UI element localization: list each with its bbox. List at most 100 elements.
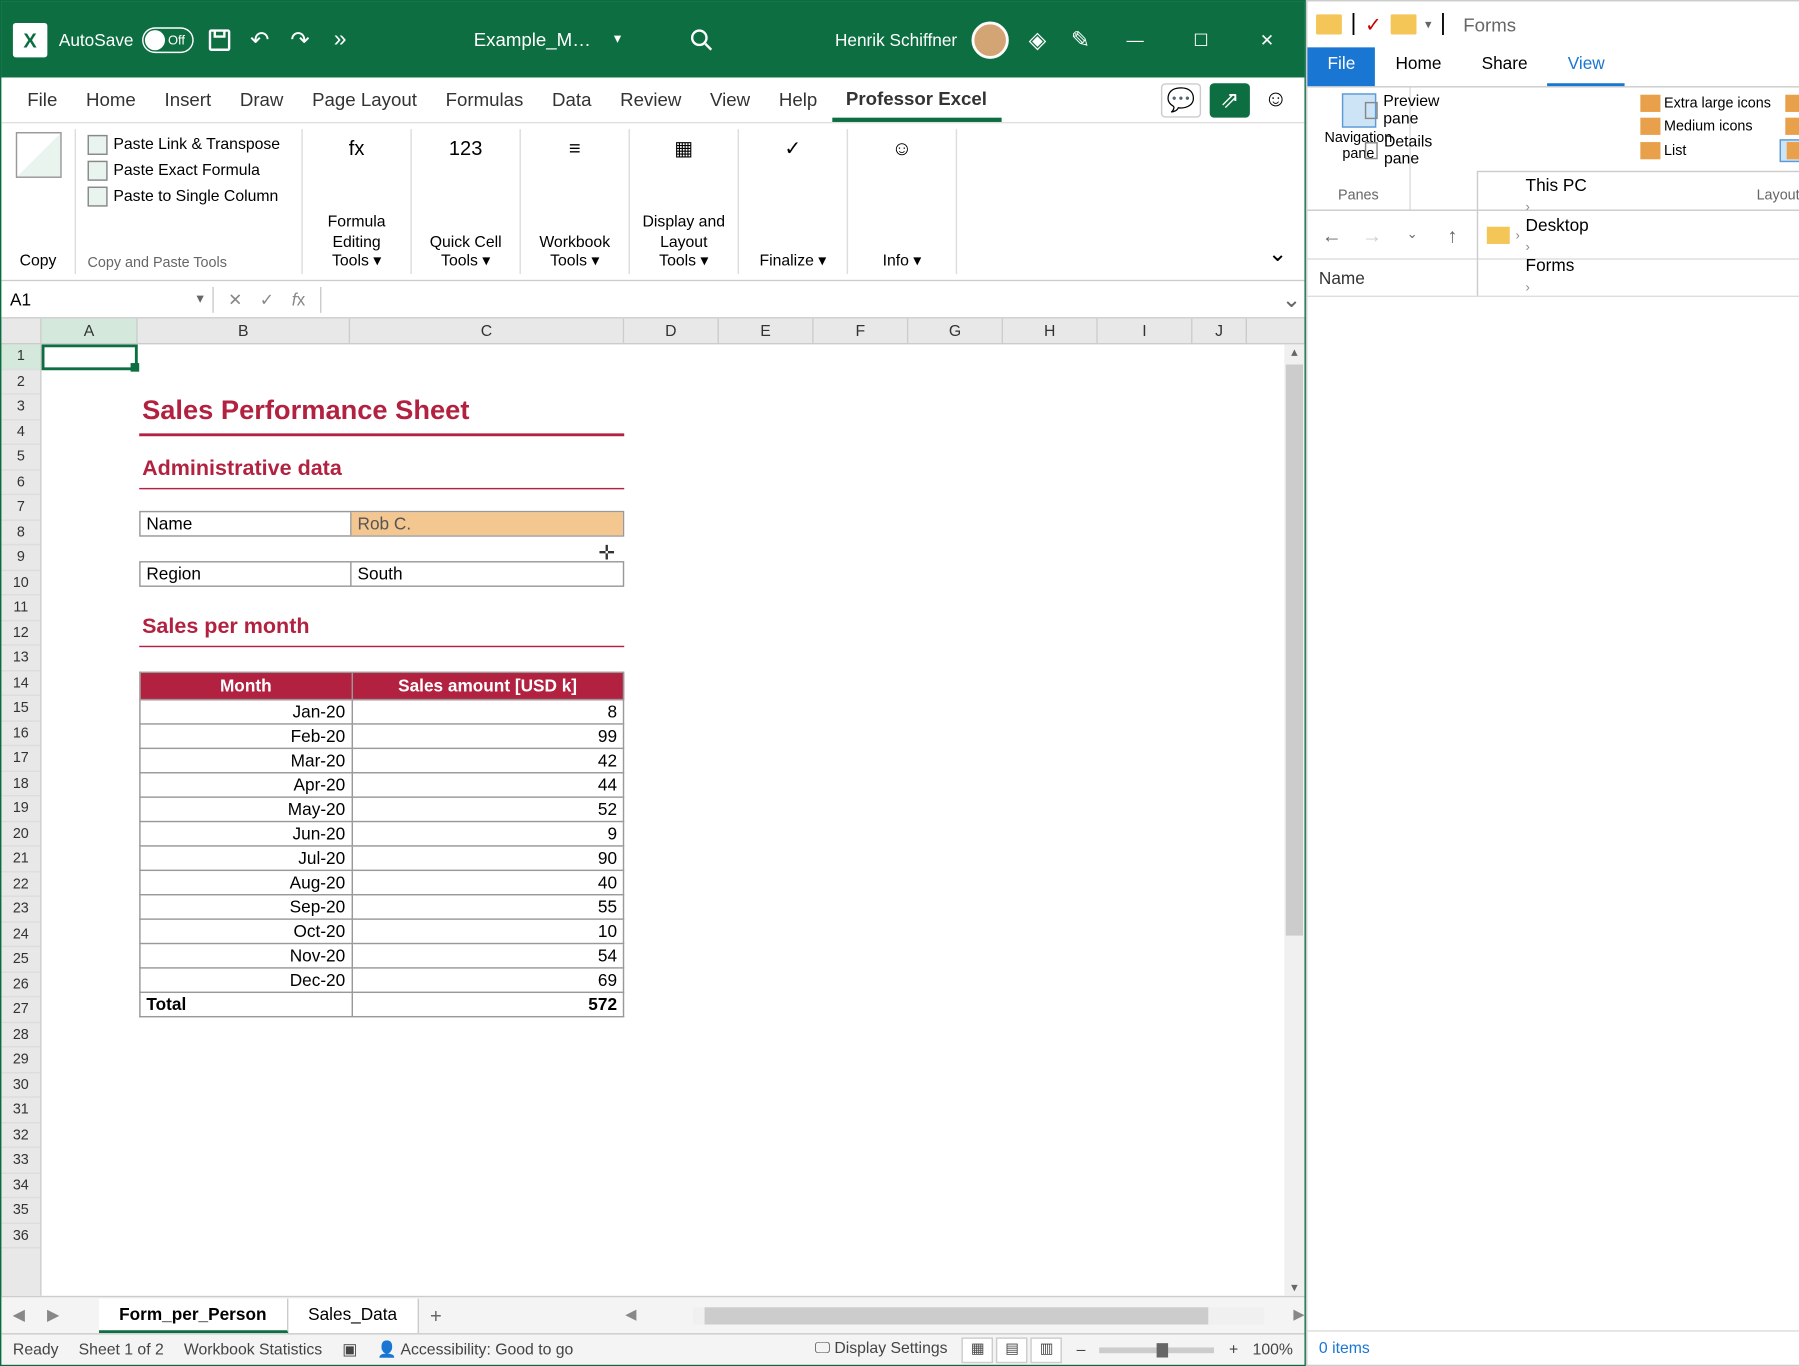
close-button[interactable]: ✕ <box>1241 19 1293 59</box>
row-header-2[interactable]: 2 <box>1 370 40 395</box>
sheet-tab-form_per_person[interactable]: Form_per_Person <box>99 1298 288 1332</box>
zoom-level[interactable]: 100% <box>1253 1341 1293 1358</box>
ribbon-tool[interactable]: ☺Info ▾ <box>848 129 957 274</box>
row-header-31[interactable]: 31 <box>1 1098 40 1123</box>
accept-formula-icon[interactable]: ✓ <box>254 286 280 312</box>
row-header-17[interactable]: 17 <box>1 746 40 771</box>
row-header-6[interactable]: 6 <box>1 470 40 495</box>
add-sheet-button[interactable]: + <box>419 1304 453 1327</box>
toggle-switch[interactable]: Off <box>142 27 194 53</box>
row-header-4[interactable]: 4 <box>1 420 40 445</box>
row-header-24[interactable]: 24 <box>1 922 40 947</box>
fx-icon[interactable]: fx <box>286 286 312 312</box>
row-header-20[interactable]: 20 <box>1 822 40 847</box>
tab-formulas[interactable]: Formulas <box>431 80 537 119</box>
tab-page-layout[interactable]: Page Layout <box>298 80 431 119</box>
copy-button[interactable]: Copy <box>20 252 57 271</box>
tab-view[interactable]: View <box>696 80 765 119</box>
collapse-ribbon-icon[interactable]: ⌄ <box>1251 234 1305 274</box>
maximize-button[interactable]: ☐ <box>1175 19 1227 59</box>
sheet-nav-prev[interactable]: ◀ <box>1 1306 35 1325</box>
expand-formula-icon[interactable]: ⌄ <box>1279 285 1305 314</box>
page-layout-button[interactable]: ▤ <box>996 1337 1028 1363</box>
layout-option[interactable]: Extra large icons <box>1634 93 1777 113</box>
spreadsheet-grid[interactable]: ABCDEFGHIJ 12345678910111213141516171819… <box>1 319 1304 1296</box>
checkmark-icon[interactable]: ✓ <box>1365 12 1382 36</box>
zoom-slider[interactable] <box>1100 1347 1215 1353</box>
diamond-icon[interactable]: ◈ <box>1023 25 1052 54</box>
pen-sparkle-icon[interactable]: ✎ <box>1066 25 1095 54</box>
sheet-nav-next[interactable]: ▶ <box>36 1306 70 1325</box>
document-title[interactable]: Example_M… <box>474 29 591 51</box>
paste-option[interactable]: Paste to Single Column <box>88 184 279 210</box>
cancel-formula-icon[interactable]: ✕ <box>222 286 248 312</box>
row-header-29[interactable]: 29 <box>1 1048 40 1073</box>
explorer-file-list[interactable] <box>1307 297 1799 1330</box>
details-pane-button[interactable]: Details pane <box>1365 133 1444 167</box>
preview-pane-button[interactable]: Preview pane <box>1365 93 1444 127</box>
cells-area[interactable]: Sales Performance Sheet Administrative d… <box>42 344 1305 1295</box>
scrollbar-thumb[interactable] <box>705 1307 1207 1324</box>
select-all-corner[interactable] <box>1 319 41 343</box>
row-header-18[interactable]: 18 <box>1 771 40 796</box>
qat-dropdown-icon[interactable]: ▾ <box>1425 17 1432 33</box>
row-header-23[interactable]: 23 <box>1 897 40 922</box>
ribbon-tool[interactable]: ✓Finalize ▾ <box>739 129 848 274</box>
explorer-tab-home[interactable]: Home <box>1375 47 1461 86</box>
share-button[interactable]: ⇗ <box>1210 83 1250 117</box>
column-header-B[interactable]: B <box>138 319 350 343</box>
normal-view-button[interactable]: ▦ <box>962 1337 994 1363</box>
breadcrumb-segment[interactable]: Desktop <box>1526 215 1589 235</box>
title-dropdown-icon[interactable]: ▾ <box>614 32 621 48</box>
row-header-1[interactable]: 1 <box>1 344 40 369</box>
row-header-5[interactable]: 5 <box>1 445 40 470</box>
layout-option[interactable]: Details <box>1780 139 1799 162</box>
undo-icon[interactable]: ↶ <box>245 25 274 54</box>
column-name[interactable]: Name ⌃ <box>1307 260 1799 296</box>
column-header-C[interactable]: C <box>350 319 624 343</box>
breadcrumb-segment[interactable]: This PC <box>1526 174 1589 194</box>
chevron-right-icon[interactable]: › <box>1526 239 1530 253</box>
save-icon[interactable] <box>205 25 234 54</box>
tab-draw[interactable]: Draw <box>226 80 298 119</box>
tab-home[interactable]: Home <box>72 80 150 119</box>
tab-review[interactable]: Review <box>606 80 696 119</box>
user-avatar[interactable] <box>971 21 1008 58</box>
row-header-15[interactable]: 15 <box>1 696 40 721</box>
column-header-H[interactable]: H <box>1003 319 1098 343</box>
hscroll-right[interactable]: ▶ <box>1293 1307 1304 1323</box>
comments-button[interactable]: 💬 <box>1161 83 1201 117</box>
chevron-right-icon[interactable]: › <box>1516 227 1520 241</box>
row-header-34[interactable]: 34 <box>1 1173 40 1198</box>
tab-professor-excel[interactable]: Professor Excel <box>832 78 1002 121</box>
explorer-tab-view[interactable]: View <box>1548 47 1625 86</box>
tab-insert[interactable]: Insert <box>150 80 225 119</box>
display-settings-button[interactable]: 🖵 Display Settings <box>815 1340 948 1359</box>
sheet-tab-sales_data[interactable]: Sales_Data <box>288 1298 419 1332</box>
layout-option[interactable]: Small icons <box>1780 116 1799 136</box>
explorer-tab-share[interactable]: Share <box>1461 47 1547 86</box>
zoom-out-button[interactable]: – <box>1077 1341 1086 1358</box>
layout-option[interactable]: Large icons <box>1780 93 1799 113</box>
row-header-8[interactable]: 8 <box>1 520 40 545</box>
row-header-10[interactable]: 10 <box>1 570 40 595</box>
layout-option[interactable]: List <box>1634 139 1777 162</box>
row-header-36[interactable]: 36 <box>1 1223 40 1248</box>
horizontal-scrollbar[interactable] <box>694 1307 1265 1324</box>
column-header-D[interactable]: D <box>624 319 719 343</box>
user-name[interactable]: Henrik Schiffner <box>835 29 957 49</box>
column-header-J[interactable]: J <box>1192 319 1247 343</box>
ribbon-tool[interactable]: fxFormula Editing Tools ▾ <box>303 129 412 274</box>
row-header-33[interactable]: 33 <box>1 1148 40 1173</box>
paste-option[interactable]: Paste Exact Formula <box>88 158 260 184</box>
row-header-35[interactable]: 35 <box>1 1198 40 1223</box>
chevron-down-icon[interactable]: ▾ <box>197 291 204 307</box>
row-header-13[interactable]: 13 <box>1 646 40 671</box>
vertical-scrollbar[interactable]: ▴ ▾ <box>1284 344 1304 1295</box>
page-break-button[interactable]: ▥ <box>1031 1337 1063 1363</box>
ribbon-tool[interactable]: 123Quick Cell Tools ▾ <box>412 129 521 274</box>
row-header-12[interactable]: 12 <box>1 621 40 646</box>
more-icon[interactable]: » <box>326 25 355 54</box>
ribbon-tool[interactable]: ▦Display and Layout Tools ▾ <box>630 129 739 274</box>
record-macro-icon[interactable]: ▣ <box>342 1340 357 1359</box>
